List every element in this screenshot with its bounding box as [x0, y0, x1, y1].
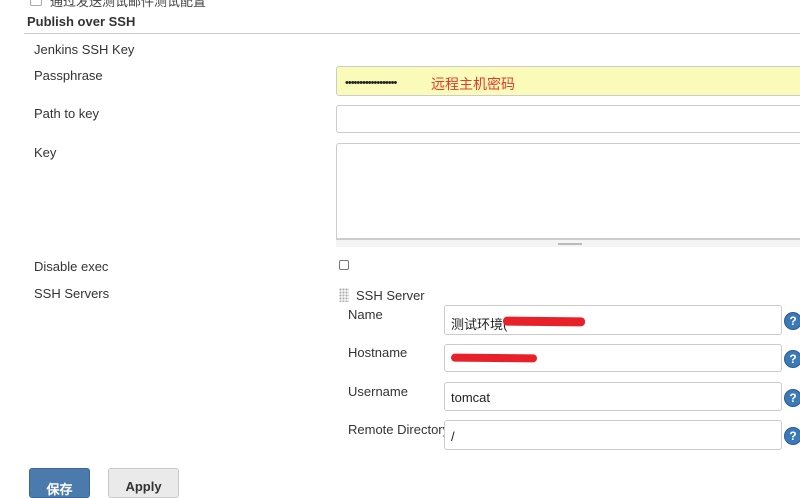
redaction-mark: [502, 316, 586, 327]
passphrase-value: ••••••••••••••••••: [345, 77, 397, 89]
test-config-checkbox[interactable]: [30, 0, 42, 6]
textarea-resize-bar[interactable]: [336, 239, 800, 247]
help-icon[interactable]: ?: [785, 390, 800, 406]
remote-directory-input[interactable]: /: [444, 420, 782, 450]
help-icon[interactable]: ?: [785, 428, 800, 444]
username-label: Username: [348, 384, 408, 399]
passphrase-input[interactable]: •••••••••••••••••• 远程主机密码: [336, 66, 800, 96]
remote-directory-value: /: [451, 429, 455, 444]
server-name-input[interactable]: 测试环境(: [444, 305, 782, 335]
passphrase-annotation: 远程主机密码: [431, 76, 515, 92]
path-to-key-label: Path to key: [34, 106, 100, 121]
jenkins-ssh-key-label: Jenkins SSH Key: [34, 42, 135, 57]
top-option-row: 通过发送测试邮件测试配置: [0, 0, 800, 8]
test-config-label: 通过发送测试邮件测试配置: [50, 0, 207, 8]
resize-grip-icon[interactable]: [558, 243, 582, 245]
section-divider: [24, 33, 800, 34]
disable-exec-checkbox[interactable]: [339, 260, 349, 270]
help-icon[interactable]: ?: [785, 313, 800, 329]
username-value: tomcat: [451, 390, 491, 405]
hostname-label: Hostname: [348, 345, 408, 360]
ssh-servers-label: SSH Servers: [34, 286, 110, 301]
drag-handle-icon[interactable]: [339, 288, 349, 302]
path-to-key-input[interactable]: [336, 105, 800, 133]
disable-exec-label: Disable exec: [34, 259, 109, 274]
hostname-input[interactable]: [444, 344, 782, 372]
redaction-mark: [450, 353, 538, 363]
section-title: Publish over SSH: [27, 14, 136, 29]
ssh-server-header: SSH Server: [356, 288, 425, 303]
save-button[interactable]: 保存: [29, 468, 90, 498]
username-input[interactable]: tomcat: [444, 382, 782, 411]
remote-directory-label: Remote Directory: [348, 422, 450, 437]
server-name-value: 测试环境(: [451, 317, 508, 332]
key-label: Key: [34, 145, 57, 160]
key-textarea[interactable]: [336, 143, 800, 239]
apply-button[interactable]: Apply: [108, 468, 179, 498]
server-name-label: Name: [348, 307, 383, 322]
help-icon[interactable]: ?: [785, 351, 800, 367]
passphrase-label: Passphrase: [34, 68, 103, 83]
